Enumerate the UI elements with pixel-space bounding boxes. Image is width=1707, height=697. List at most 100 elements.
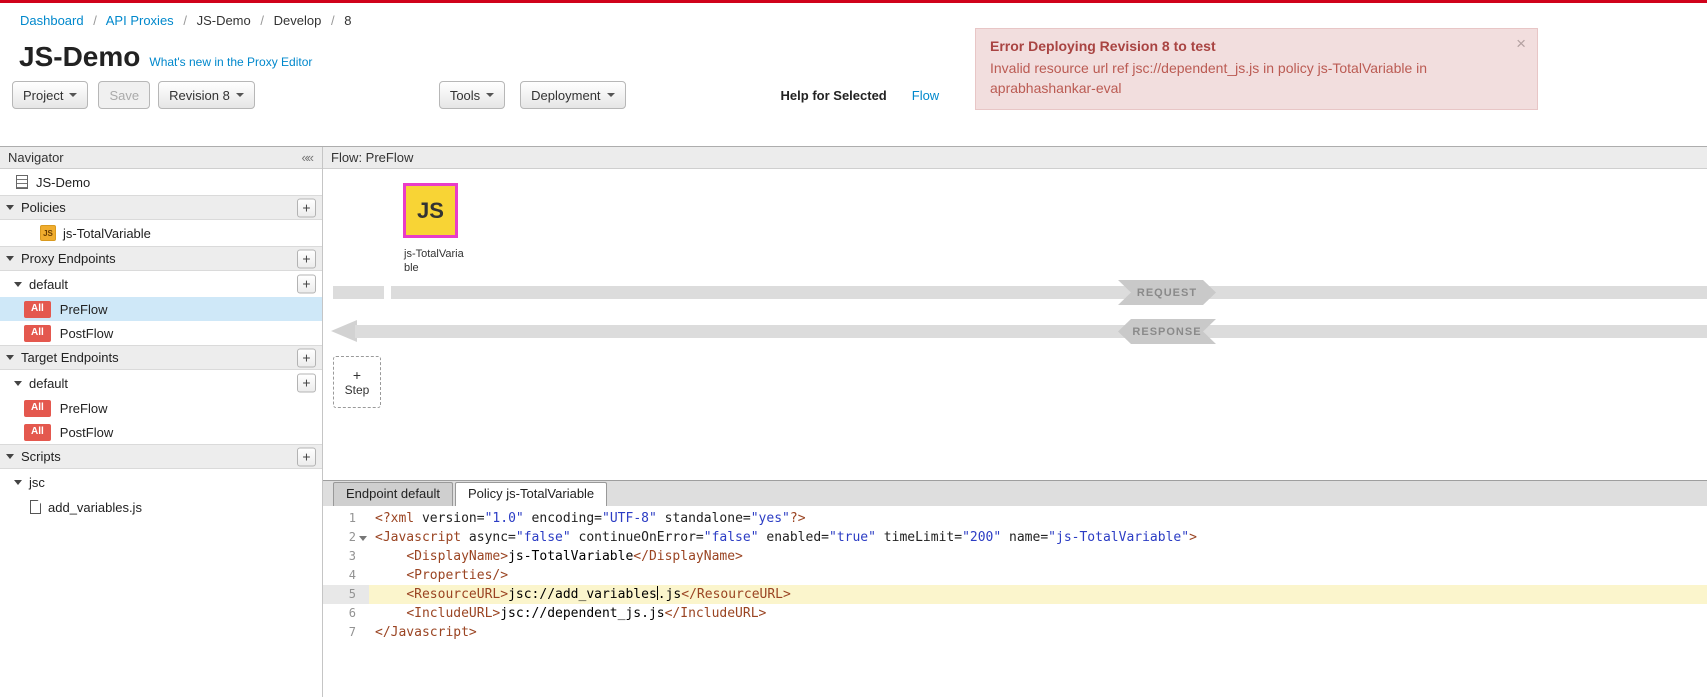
endpoint-default-tab[interactable]: Endpoint default: [333, 482, 453, 506]
nav-section-proxy-endpoints[interactable]: Proxy Endpoints +: [0, 246, 322, 271]
code-line-1[interactable]: 1<?xml version="1.0" encoding="UTF-8" st…: [323, 509, 1707, 528]
page-title: JS-Demo: [19, 41, 140, 73]
policy-node-js[interactable]: JS: [403, 183, 458, 238]
flow-panel-header: Flow: PreFlow: [323, 147, 1707, 169]
nav-item-label: PreFlow: [60, 401, 108, 416]
chevron-down-icon[interactable]: [6, 205, 14, 210]
breadcrumb-separator: /: [93, 13, 97, 28]
save-button[interactable]: Save: [98, 81, 150, 109]
breadcrumb-api-proxies[interactable]: API Proxies: [106, 13, 174, 28]
nav-item-target-preflow[interactable]: All PreFlow: [0, 396, 322, 420]
deployment-button[interactable]: Deployment: [520, 81, 625, 109]
response-arrow-icon: [331, 320, 357, 342]
code-line-3[interactable]: 3 <DisplayName>js-TotalVariable</Display…: [323, 547, 1707, 566]
file-icon: [30, 500, 41, 514]
chevron-down-icon[interactable]: [14, 282, 22, 287]
nav-item-proxy-default[interactable]: default +: [0, 271, 322, 297]
all-conditions-badge: All: [24, 325, 51, 342]
breadcrumb-dashboard[interactable]: Dashboard: [20, 13, 84, 28]
error-banner-message: Invalid resource url ref jsc://dependent…: [990, 58, 1503, 99]
add-step-label: Step: [345, 383, 370, 397]
chevron-down-icon[interactable]: [6, 355, 14, 360]
deployment-button-label: Deployment: [531, 88, 600, 103]
line-number: 6: [323, 604, 369, 623]
response-flow-bar: [355, 325, 1707, 338]
tools-button-label: Tools: [450, 88, 480, 103]
line-number: 5: [323, 585, 369, 604]
code-line-content: <IncludeURL>jsc://dependent_js.js</Inclu…: [369, 604, 766, 623]
line-number: 7: [323, 623, 369, 642]
add-proxy-flow-button[interactable]: +: [297, 275, 316, 294]
policy-js-totalvariable-tab[interactable]: Policy js-TotalVariable: [455, 482, 607, 506]
nav-item-proxy-postflow[interactable]: All PostFlow: [0, 321, 322, 345]
chevron-down-icon[interactable]: [14, 381, 22, 386]
flow-canvas: JS js-TotalVariable REQUEST RESPONSE + S…: [323, 169, 1707, 480]
nav-section-target-endpoints[interactable]: Target Endpoints +: [0, 345, 322, 370]
breadcrumb-revision-number: 8: [344, 13, 351, 28]
add-script-button[interactable]: +: [297, 447, 316, 466]
breadcrumb-separator: /: [331, 13, 335, 28]
breadcrumb-proxy-name[interactable]: JS-Demo: [197, 13, 251, 28]
nav-item-target-default[interactable]: default +: [0, 370, 322, 396]
code-editor[interactable]: 1<?xml version="1.0" encoding="UTF-8" st…: [323, 506, 1707, 697]
nav-item-js-totalvariable[interactable]: JS js-TotalVariable: [0, 220, 322, 246]
nav-section-label: Scripts: [21, 449, 61, 464]
add-step-button[interactable]: + Step: [333, 356, 381, 408]
code-line-content: <Javascript async="false" continueOnErro…: [369, 528, 1197, 547]
nav-item-target-postflow[interactable]: All PostFlow: [0, 420, 322, 444]
code-line-2[interactable]: 2<Javascript async="false" continueOnErr…: [323, 528, 1707, 547]
nav-item-label: js-TotalVariable: [63, 226, 151, 241]
flow-and-code-panel: Flow: PreFlow JS js-TotalVariable REQUES…: [323, 147, 1707, 697]
code-line-5[interactable]: 5 <ResourceURL>jsc://add_variables.js</R…: [323, 585, 1707, 604]
whats-new-link[interactable]: What's new in the Proxy Editor: [149, 55, 312, 69]
collapse-navigator-icon[interactable]: ««: [302, 150, 314, 165]
chevron-down-icon[interactable]: [14, 480, 22, 485]
plus-icon: +: [353, 368, 361, 383]
code-line-4[interactable]: 4 <Properties/>: [323, 566, 1707, 585]
code-line-content: <Properties/>: [369, 566, 508, 585]
nav-item-label: PostFlow: [60, 326, 113, 341]
fold-arrow-icon[interactable]: [359, 536, 367, 541]
nav-item-js-demo[interactable]: JS-Demo: [0, 169, 322, 195]
error-banner-title: Error Deploying Revision 8 to test: [990, 38, 1503, 54]
add-target-endpoint-button[interactable]: +: [297, 348, 316, 367]
policy-node-label: js-TotalVariable: [404, 247, 464, 276]
project-button[interactable]: Project: [12, 81, 88, 109]
navigator-panel: Navigator «« JS-Demo Policies + JS js-To…: [0, 147, 323, 697]
nav-item-jsc-folder[interactable]: jsc: [0, 469, 322, 495]
code-line-7[interactable]: 7</Javascript>: [323, 623, 1707, 642]
add-target-flow-button[interactable]: +: [297, 374, 316, 393]
nav-section-label: Policies: [21, 200, 66, 215]
nav-item-label: default: [29, 277, 68, 292]
nav-item-label: PreFlow: [60, 302, 108, 317]
flow-help-link[interactable]: Flow: [912, 88, 939, 103]
request-flow-bar: [391, 286, 1707, 299]
nav-item-label: default: [29, 376, 68, 391]
chevron-down-icon: [607, 93, 615, 97]
help-for-selected-label: Help for Selected: [781, 88, 887, 103]
breadcrumb-develop[interactable]: Develop: [274, 13, 322, 28]
line-number: 1: [323, 509, 369, 528]
nav-item-label: jsc: [29, 475, 45, 490]
apigee-proxy-editor: Dashboard / API Proxies / JS-Demo / Deve…: [0, 0, 1707, 115]
add-proxy-endpoint-button[interactable]: +: [297, 249, 316, 268]
proxy-icon: [16, 175, 28, 189]
nav-item-proxy-preflow[interactable]: All PreFlow: [0, 297, 322, 321]
line-number: 4: [323, 566, 369, 585]
revision-button[interactable]: Revision 8: [158, 81, 255, 109]
chevron-down-icon: [69, 93, 77, 97]
nav-item-add-variables-js[interactable]: add_variables.js: [0, 495, 322, 519]
code-line-content: <ResourceURL>jsc://add_variables.js</Res…: [369, 585, 1707, 604]
close-icon[interactable]: ×: [1516, 34, 1526, 54]
all-conditions-badge: All: [24, 424, 51, 441]
revision-button-label: Revision 8: [169, 88, 230, 103]
nav-section-policies[interactable]: Policies +: [0, 195, 322, 220]
chevron-down-icon[interactable]: [6, 454, 14, 459]
tools-button[interactable]: Tools: [439, 81, 505, 109]
code-line-6[interactable]: 6 <IncludeURL>jsc://dependent_js.js</Inc…: [323, 604, 1707, 623]
project-button-label: Project: [23, 88, 63, 103]
request-flow-bar: [333, 286, 384, 299]
chevron-down-icon[interactable]: [6, 256, 14, 261]
nav-section-scripts[interactable]: Scripts +: [0, 444, 322, 469]
add-policy-button[interactable]: +: [297, 198, 316, 217]
